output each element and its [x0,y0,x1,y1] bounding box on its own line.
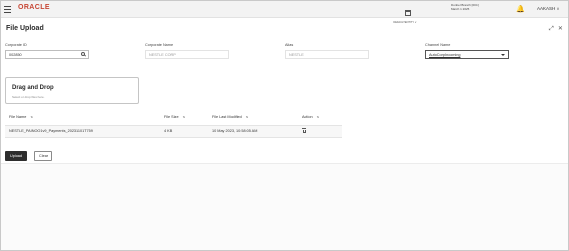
bell-icon[interactable]: 🔔 [516,5,525,13]
upload-button[interactable]: Upload [5,151,27,161]
cell-file-size: 4 KB [164,129,173,133]
user-menu[interactable]: AAKASH ∨ [537,6,559,11]
sort-icon[interactable]: ⇅ [317,115,320,119]
search-icon[interactable] [81,52,87,57]
chevron-down-icon: ∨ [556,6,560,11]
dropzone-subtitle: Select or drop files here. [12,95,45,99]
chevron-down-icon [501,54,505,56]
file-dropzone[interactable]: Drag and Drop Select or drop files here. [5,77,139,104]
oracle-logo: ORACLE [18,4,50,11]
entity-label: DEFAULTENTITY ∨ [393,21,417,24]
page-title: File Upload [6,25,44,32]
column-header-action[interactable]: Action ⇅ [302,115,319,119]
clear-button[interactable]: Clear [34,151,52,161]
corporate-id-label: Corporate ID [5,43,27,47]
column-header-label: File Name [9,115,27,119]
empty-content-area [1,164,568,250]
calendar-icon [405,10,411,16]
hamburger-icon[interactable] [4,6,11,13]
column-header-label: File Last Modified [212,115,242,119]
channel-name-value: AutoCorpIncoming [429,53,461,57]
channel-name-label: Channel Name [425,43,451,47]
column-header-file-name[interactable]: File Name ⇅ [9,115,33,119]
user-name: AAKASH [537,6,556,11]
expand-icon[interactable]: ⤢ [549,26,554,32]
alias-value: NESTLE [289,53,304,57]
column-header-label: Action [302,115,313,119]
cell-file-name: NESTLE_PAINOO1v9_Payments_20231101T759 [9,129,93,133]
corporate-name-value: NESTLE CORP [149,53,176,57]
corporate-id-value: 002850 [9,53,22,57]
top-bar: ORACLE DEFAULTENTITY ∨ Dunbel Branch [00… [1,1,568,24]
channel-name-select[interactable]: AutoCorpIncoming [425,50,509,59]
close-icon[interactable]: ✕ [558,26,563,32]
alias-label: Alias [285,43,294,47]
corporate-name-input: NESTLE CORP [145,50,229,59]
trash-icon[interactable] [302,128,306,133]
window-controls: ⤢ ✕ [545,25,563,33]
column-header-file-size[interactable]: File Size ⇅ [164,115,185,119]
corporate-id-input[interactable]: 002850 [5,50,89,59]
sort-icon[interactable]: ⇅ [246,115,249,119]
cell-last-modified: 10 May 2023, 10:58:05 AM [212,129,258,133]
alias-input: NESTLE [285,50,369,59]
column-header-last-modified[interactable]: File Last Modified ⇅ [212,115,248,119]
corporate-name-label: Corporate Name [145,43,174,47]
branch-date: March 1 2025 [451,7,470,11]
sort-icon[interactable]: ⇅ [183,115,186,119]
column-header-label: File Size [164,115,179,119]
branch-info: Dunbel Branch [004 ] March 1 2025 [451,3,479,11]
entity-date-selector[interactable]: DEFAULTENTITY ∨ [393,3,418,24]
sort-icon[interactable]: ⇅ [30,115,33,119]
dropzone-title: Drag and Drop [12,85,54,91]
